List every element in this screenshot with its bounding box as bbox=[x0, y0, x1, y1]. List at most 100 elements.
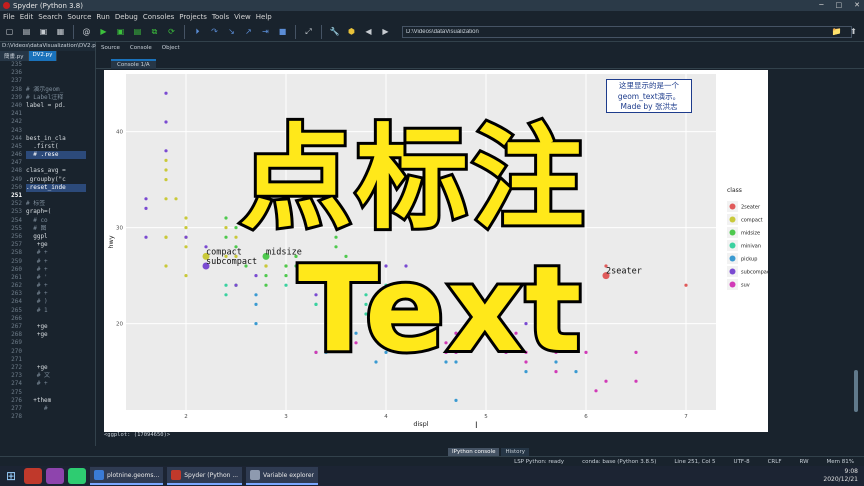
code-line[interactable]: 238 # 演示geom_ bbox=[0, 86, 95, 94]
open-file-icon[interactable]: ▤ bbox=[20, 25, 33, 38]
save-icon[interactable]: ▣ bbox=[37, 25, 50, 38]
browse-folder-icon[interactable]: 📁 bbox=[830, 25, 843, 38]
code-line[interactable]: 266 bbox=[0, 315, 95, 323]
tab-object[interactable]: Object bbox=[162, 45, 180, 51]
taskbar-item[interactable]: Spyder (Python ... bbox=[167, 467, 243, 485]
menu-item[interactable]: Help bbox=[256, 13, 272, 21]
code-line[interactable]: 278 bbox=[0, 413, 95, 421]
code-line[interactable]: 255 # 图 bbox=[0, 225, 95, 233]
code-line[interactable]: 249 .groupby("c bbox=[0, 176, 95, 184]
code-line[interactable]: 241 bbox=[0, 110, 95, 118]
menu-item[interactable]: File bbox=[3, 13, 15, 21]
menu-item[interactable]: Debug bbox=[115, 13, 138, 21]
step-return-icon[interactable]: ↗ bbox=[242, 25, 255, 38]
code-line[interactable]: 262 # + bbox=[0, 282, 95, 290]
working-directory-input[interactable] bbox=[402, 25, 852, 38]
code-line[interactable]: 268 +ge bbox=[0, 331, 95, 339]
code-line[interactable]: 239 # Label注释 bbox=[0, 94, 95, 102]
new-file-icon[interactable]: ▢ bbox=[3, 25, 16, 38]
menu-item[interactable]: View bbox=[234, 13, 251, 21]
tab-console[interactable]: Console bbox=[130, 45, 152, 51]
code-line[interactable]: 270 bbox=[0, 348, 95, 356]
close-icon[interactable]: ✕ bbox=[854, 1, 860, 9]
code-line[interactable]: 277 # bbox=[0, 405, 95, 413]
code-line[interactable]: 248 class_avg = bbox=[0, 167, 95, 175]
code-line[interactable]: 269 bbox=[0, 339, 95, 347]
code-line[interactable]: 261 # ' bbox=[0, 274, 95, 282]
menu-item[interactable]: Consoles bbox=[143, 13, 174, 21]
code-line[interactable]: 267 +ge bbox=[0, 323, 95, 331]
stop-debug-icon[interactable]: ■ bbox=[276, 25, 289, 38]
forward-icon[interactable]: ▶ bbox=[379, 25, 392, 38]
run-cell-icon[interactable]: ▣ bbox=[114, 25, 127, 38]
menu-item[interactable]: Search bbox=[38, 13, 62, 21]
run-cell-advance-icon[interactable]: ▤ bbox=[131, 25, 144, 38]
console-tab[interactable]: Console 1/A bbox=[111, 59, 156, 69]
menu-item[interactable]: Edit bbox=[20, 13, 34, 21]
code-line[interactable]: 271 bbox=[0, 356, 95, 364]
windows-start-icon[interactable]: ⊞ bbox=[0, 466, 22, 486]
app-icon[interactable] bbox=[68, 468, 86, 484]
step-icon[interactable]: ↷ bbox=[208, 25, 221, 38]
code-line[interactable]: 253 graph=( bbox=[0, 208, 95, 216]
code-line[interactable]: 265 # 1 bbox=[0, 307, 95, 315]
scroll-thumb[interactable] bbox=[854, 370, 858, 412]
code-line[interactable]: 260 # + bbox=[0, 266, 95, 274]
continue-icon[interactable]: ⇥ bbox=[259, 25, 272, 38]
code-line[interactable]: 237 bbox=[0, 77, 95, 85]
code-line[interactable]: 251 bbox=[0, 192, 95, 200]
maximize-icon[interactable]: □ bbox=[836, 1, 843, 9]
system-tray-clock[interactable]: 9:08 2020/12/21 bbox=[823, 468, 858, 484]
code-line[interactable]: 275 bbox=[0, 389, 95, 397]
menu-item[interactable]: Run bbox=[96, 13, 109, 21]
code-line[interactable]: 242 bbox=[0, 118, 95, 126]
code-line[interactable]: 246 # .rese bbox=[0, 151, 95, 160]
code-line[interactable]: 235 bbox=[0, 61, 95, 69]
app-icon[interactable] bbox=[46, 468, 64, 484]
code-line[interactable]: 259 # + bbox=[0, 258, 95, 266]
preferences-icon[interactable]: 🔧 bbox=[328, 25, 341, 38]
code-line[interactable]: 254 # co bbox=[0, 217, 95, 225]
code-editor[interactable]: 235 236 237 238 # 演示geom_ 239 # Label注释 240 labe… bbox=[0, 61, 95, 421]
code-line[interactable]: 244 best_in_cla bbox=[0, 135, 95, 143]
code-line[interactable]: 263 # + bbox=[0, 290, 95, 298]
back-icon[interactable]: ◀ bbox=[362, 25, 375, 38]
code-line[interactable]: 250 .reset_inde bbox=[0, 183, 95, 192]
file-tab[interactable]: 簡畫.py bbox=[0, 51, 29, 61]
code-line[interactable]: 264 # ) bbox=[0, 298, 95, 306]
minimize-icon[interactable]: ─ bbox=[819, 1, 823, 9]
code-line[interactable]: 247 bbox=[0, 159, 95, 167]
taskbar-item[interactable]: Variable explorer bbox=[246, 467, 319, 485]
menu-item[interactable]: Tools bbox=[212, 13, 229, 21]
code-line[interactable]: 276 +them bbox=[0, 397, 95, 405]
save-all-icon[interactable]: ▦ bbox=[54, 25, 67, 38]
maximize-pane-icon[interactable]: ⤢ bbox=[302, 25, 315, 38]
code-line[interactable]: 243 bbox=[0, 127, 95, 135]
parent-dir-icon[interactable]: ⬆ bbox=[847, 25, 860, 38]
menu-item[interactable]: Projects bbox=[179, 13, 207, 21]
tab-history[interactable]: History bbox=[501, 448, 530, 456]
step-into-icon[interactable]: ↘ bbox=[225, 25, 238, 38]
code-line[interactable]: 240 label = pd. bbox=[0, 102, 95, 110]
code-line[interactable]: 256 ggpl bbox=[0, 233, 95, 241]
taskbar-item[interactable]: plotnine.geoms... bbox=[90, 467, 164, 485]
python-path-icon[interactable]: ⬢ bbox=[345, 25, 358, 38]
menu-item[interactable]: Source bbox=[67, 13, 91, 21]
run-selection-icon[interactable]: ⧉ bbox=[148, 25, 161, 38]
tab-ipython-console[interactable]: IPython console bbox=[448, 448, 500, 456]
run-icon[interactable]: ▶ bbox=[97, 25, 110, 38]
debug-icon[interactable]: ⏵ bbox=[191, 25, 204, 38]
code-line[interactable]: 274 # + bbox=[0, 380, 95, 388]
code-line[interactable]: 245 .first( bbox=[0, 143, 95, 151]
code-line[interactable]: 252 # 标签 bbox=[0, 200, 95, 208]
app-icon[interactable] bbox=[24, 468, 42, 484]
rerun-icon[interactable]: ⟳ bbox=[165, 25, 178, 38]
code-line[interactable]: 257 +ge bbox=[0, 241, 95, 249]
code-line[interactable]: 236 bbox=[0, 69, 95, 77]
console-scrollbar[interactable] bbox=[853, 70, 859, 446]
code-line[interactable]: 273 # 文 bbox=[0, 372, 95, 380]
code-line[interactable]: 272 +ge bbox=[0, 364, 95, 372]
tab-source[interactable]: Source bbox=[101, 45, 120, 51]
at-icon[interactable]: @ bbox=[80, 25, 93, 38]
code-line[interactable]: 258 # + bbox=[0, 249, 95, 257]
